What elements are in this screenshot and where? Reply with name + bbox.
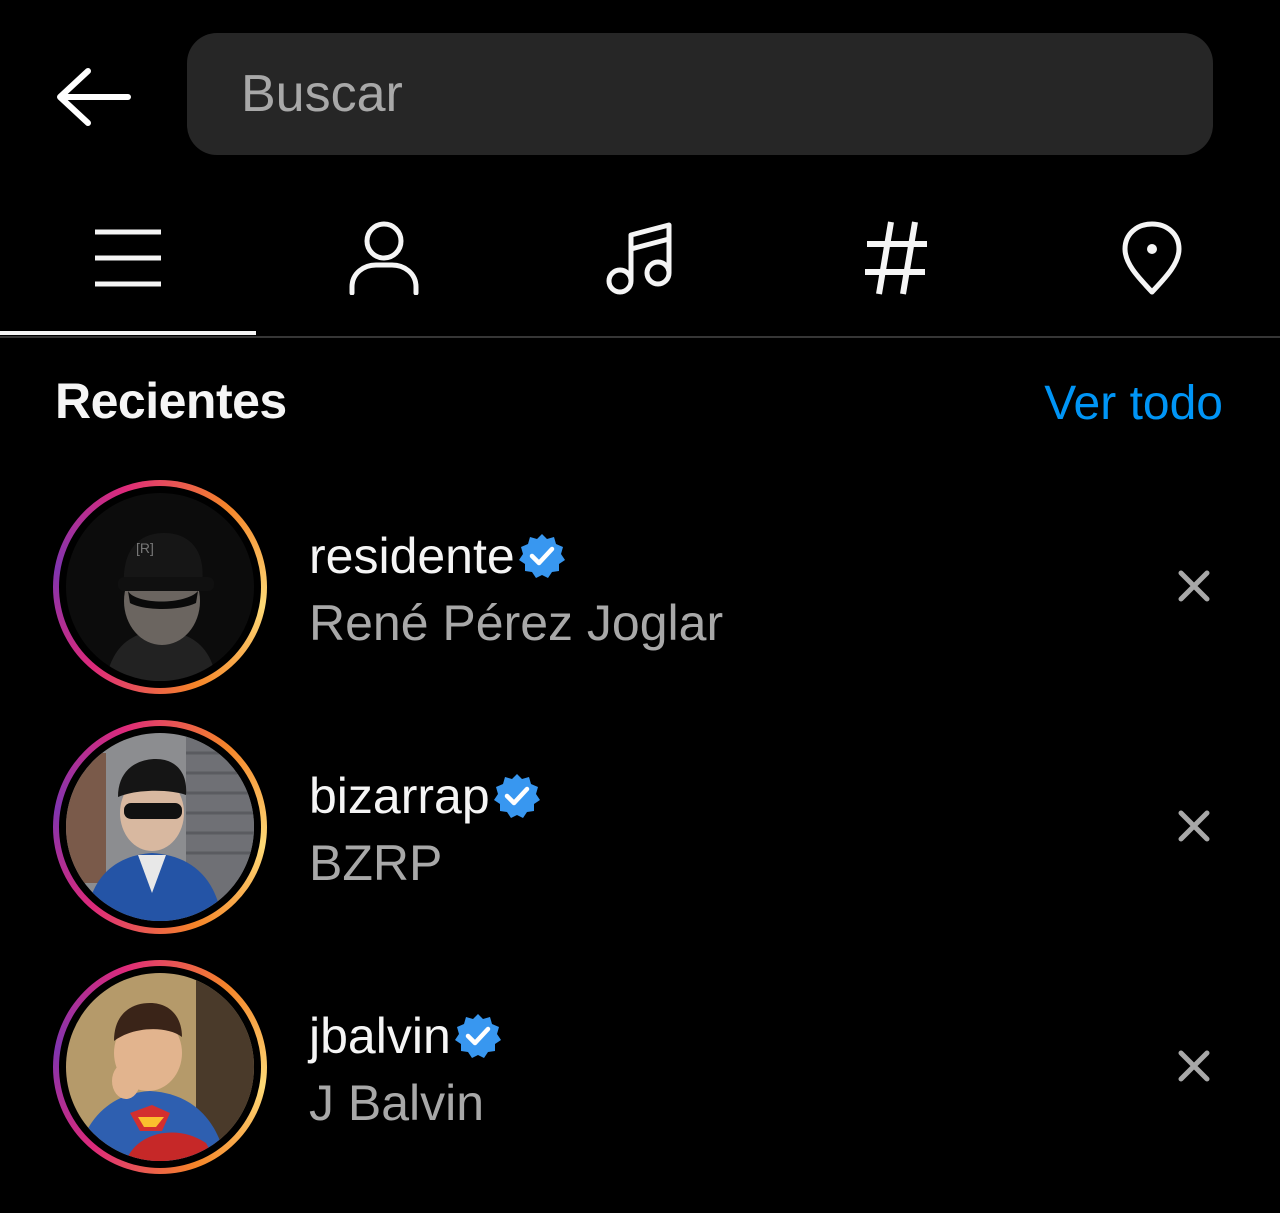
avatar [66, 733, 254, 921]
verified-badge-icon [493, 774, 540, 818]
recents-heading: Recientes [55, 373, 287, 429]
full-name: J Balvin [309, 1075, 485, 1131]
full-name: René Pérez Joglar [309, 595, 724, 651]
tab-accounts[interactable] [256, 180, 512, 336]
username: bizarrap [309, 768, 490, 824]
hashtag-icon [865, 221, 927, 295]
search-bar[interactable] [187, 33, 1213, 155]
see-all-link[interactable]: Ver todo [1044, 376, 1223, 431]
story-ring [53, 960, 267, 1174]
verified-badge-icon [454, 1014, 501, 1058]
username-row: jbalvin [309, 1006, 503, 1066]
remove-recent-button[interactable] [1166, 1038, 1222, 1094]
verified-badge-icon [518, 534, 565, 578]
selected-tab-indicator [0, 331, 256, 335]
recent-item-jbalvin[interactable]: jbalvin J Balvin [0, 960, 1280, 1180]
remove-recent-button[interactable] [1166, 798, 1222, 854]
close-icon [1178, 1050, 1210, 1082]
tabs-divider [0, 336, 1280, 338]
search-screen: Recientes Ver todo [R] residente [0, 0, 1280, 1213]
username: jbalvin [309, 1008, 451, 1064]
back-button[interactable] [52, 66, 134, 128]
search-tabs [0, 180, 1280, 336]
person-icon [349, 221, 419, 295]
music-note-icon [606, 222, 672, 295]
close-icon [1178, 570, 1210, 602]
menu-icon [95, 229, 161, 287]
avatar [66, 973, 254, 1161]
username-row: bizarrap [309, 766, 542, 826]
svg-text:[R]: [R] [136, 540, 154, 556]
tab-tags[interactable] [768, 180, 1024, 336]
close-icon [1178, 810, 1210, 842]
tab-places[interactable] [1024, 180, 1280, 336]
avatar: [R] [66, 493, 254, 681]
location-pin-icon [1122, 221, 1182, 295]
remove-recent-button[interactable] [1166, 558, 1222, 614]
tab-top[interactable] [0, 180, 256, 336]
username-row: residente [309, 526, 567, 586]
story-ring [53, 720, 267, 934]
tab-audio[interactable] [512, 180, 768, 336]
username: residente [309, 528, 515, 584]
back-arrow-icon [57, 68, 131, 126]
search-input[interactable] [241, 64, 1213, 124]
story-ring: [R] [53, 480, 267, 694]
full-name: BZRP [309, 835, 443, 891]
recent-item-residente[interactable]: [R] residente René Pérez Joglar [0, 480, 1280, 700]
recent-item-bizarrap[interactable]: bizarrap BZRP [0, 720, 1280, 940]
